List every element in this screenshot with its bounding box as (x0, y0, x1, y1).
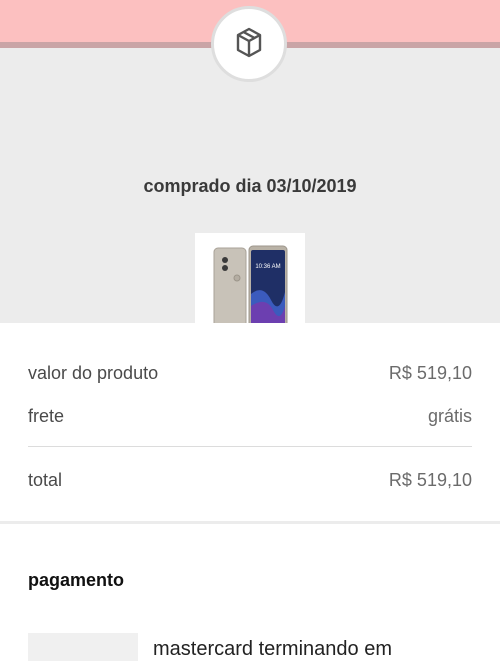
smartphone-image: 10:36 AM (213, 245, 288, 329)
order-hero: comprado dia 03/10/2019 10:36 AM (0, 48, 500, 343)
total-amount: R$ 519,10 (388, 470, 472, 490)
purchase-date: comprado dia 03/10/2019 (143, 176, 357, 196)
total-row: total R$ 519,10 (28, 470, 472, 491)
product-value-label: valor do produto (28, 363, 159, 383)
card-brand-logo (28, 633, 138, 661)
package-badge (211, 6, 287, 82)
package-box-icon (230, 23, 268, 66)
product-value-amount: R$ 519,10 (388, 363, 472, 383)
payment-title: pagamento (28, 570, 125, 590)
shipping-value: grátis (427, 406, 472, 426)
product-value-row: valor do produto R$ 519,10 (28, 363, 472, 384)
order-summary: valor do produto R$ 519,10 frete grátis … (0, 323, 500, 521)
phone-clock-text: 10:36 AM (255, 264, 280, 270)
total-label: total (28, 470, 63, 490)
card-description: mastercard terminando em (153, 638, 392, 660)
shipping-label: frete (28, 406, 65, 426)
section-separator (0, 521, 500, 524)
summary-divider (28, 446, 472, 447)
shipping-row: frete grátis (28, 406, 472, 427)
